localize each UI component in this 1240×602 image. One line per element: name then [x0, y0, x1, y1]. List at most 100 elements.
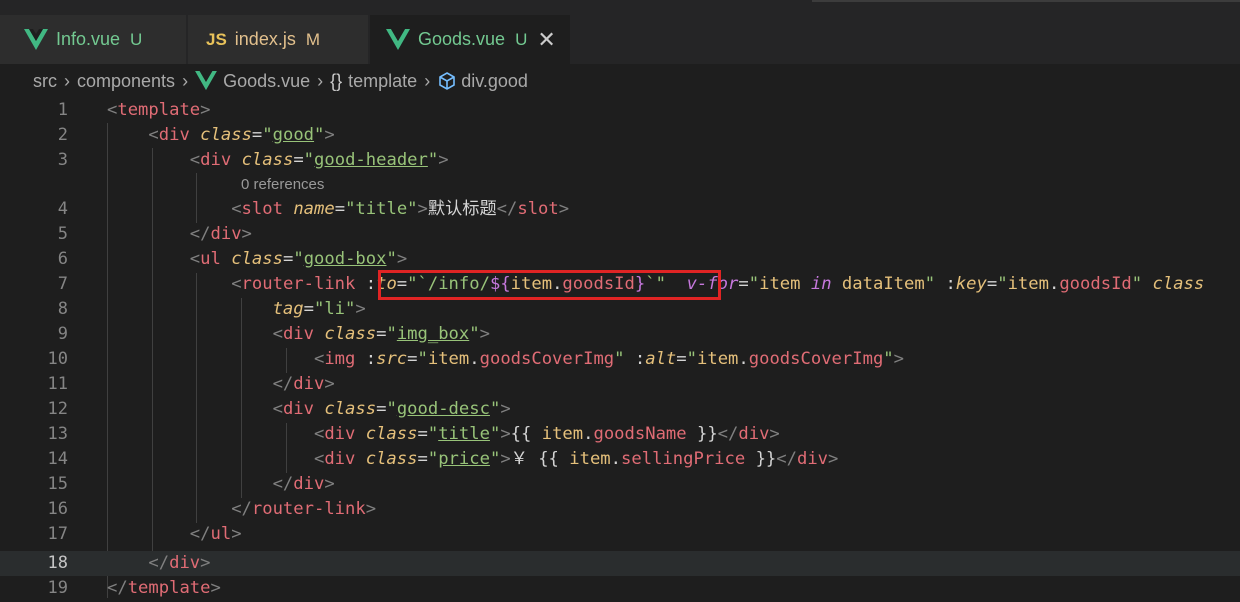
code-line[interactable]: 13 <div class="title">{{ item.goodsName … [0, 422, 1240, 447]
line-number: 9 [57, 324, 68, 344]
code-token: slot [517, 199, 559, 219]
code-line[interactable]: 2 <div class="good"> [0, 123, 1240, 148]
tab-bar: Info.vue U JS index.js M Goods.vue U ✕ [0, 0, 1240, 64]
code-line[interactable]: 14 <div class="price">￥ {{ item.sellingP… [0, 447, 1240, 472]
code-token: > [828, 449, 839, 469]
code-line[interactable]: 4 <slot name="title">默认标题</slot> [0, 197, 1240, 222]
code-line[interactable]: 5 </div> [0, 222, 1240, 247]
top-divider [812, 0, 1240, 2]
code-line[interactable]: 19 </template> [0, 576, 1240, 601]
code-token: = [986, 274, 998, 294]
code-token: " [997, 274, 1008, 294]
tab-goods-vue[interactable]: Goods.vue U ✕ [370, 15, 570, 64]
breadcrumb-item-element[interactable]: div.good [461, 71, 528, 92]
code-line[interactable]: 15 </div> [0, 472, 1240, 497]
code-token: < [272, 399, 283, 419]
code-token: class [1152, 274, 1205, 294]
code-token: = [376, 399, 387, 419]
code-text: </div> [107, 222, 252, 247]
code-token: = [738, 274, 749, 294]
breadcrumb-item-components[interactable]: components [77, 71, 175, 92]
code-token: = [282, 249, 294, 269]
code-line[interactable]: 8 tag="li"> [0, 297, 1240, 322]
code-token: > [241, 224, 252, 244]
code-token: template [127, 578, 211, 598]
line-number: 2 [57, 125, 68, 145]
code-token: > [500, 449, 511, 469]
code-token: " [427, 449, 439, 469]
code-token: > [500, 399, 511, 419]
code-token: class [324, 399, 377, 419]
line-number: 11 [47, 374, 68, 394]
code-line[interactable]: 16 </router-link> [0, 497, 1240, 522]
tab-index-js[interactable]: JS index.js M [188, 15, 368, 64]
line-number: 12 [47, 399, 68, 419]
code-token: > [355, 299, 366, 319]
tab-label: index.js [234, 29, 296, 49]
breadcrumb-item-file[interactable]: Goods.vue [223, 71, 310, 92]
code-token: : [365, 274, 377, 294]
code-token: "li" [313, 299, 356, 319]
code-text: </template> [107, 576, 221, 601]
code-token: < [189, 150, 201, 170]
code-token: class [365, 424, 418, 444]
code-token: img [324, 349, 356, 369]
code-line[interactable]: 17 </ul> [0, 522, 1240, 547]
code-token: " [924, 274, 936, 294]
code-token: class [231, 249, 283, 269]
code-line[interactable]: 3 <div class="good-header"> [0, 148, 1240, 173]
code-text: </div> [107, 472, 335, 497]
code-line[interactable]: 10 <img :src="item.goodsCoverImg" :alt="… [0, 347, 1240, 372]
code-token: < [231, 199, 242, 219]
code-line[interactable]: 11 </div> [0, 372, 1240, 397]
tab-info-vue[interactable]: Info.vue U [0, 15, 186, 64]
code-token: < [189, 249, 201, 269]
close-icon[interactable]: ✕ [537, 28, 555, 51]
code-token: = [334, 199, 346, 219]
code-token: item [569, 449, 611, 469]
code-token: img_box [396, 324, 470, 344]
code-token: > [479, 324, 490, 344]
code-token: " [489, 399, 501, 419]
code-token: router-link [241, 274, 356, 294]
git-status-badge: U [515, 29, 528, 49]
breadcrumb-item-src[interactable]: src [33, 71, 57, 92]
code-token: ul [200, 249, 221, 269]
code-token: div [293, 474, 325, 494]
code-token: item [759, 274, 801, 294]
code-token: good-box [303, 249, 387, 269]
js-icon: JS [206, 29, 227, 49]
code-token: price [438, 449, 490, 469]
code-text: tag="li"> [107, 297, 366, 322]
code-line[interactable]: 12 <div class="good-desc"> [0, 397, 1240, 422]
code-line[interactable]: 1 <template> [0, 98, 1240, 123]
code-editor[interactable]: 0 references 1 <template> 2 <div class="go… [0, 98, 1240, 602]
code-line[interactable]: 9 <div class="img_box"> [0, 322, 1240, 347]
codelens-references[interactable]: 0 references [241, 172, 324, 197]
code-token: < [107, 100, 118, 120]
code-token: > [417, 199, 428, 219]
code-token: = [376, 324, 387, 344]
code-text: <img :src="item.goodsCoverImg" :alt="ite… [107, 347, 904, 372]
code-token: > [210, 578, 221, 598]
code-token: div [210, 224, 242, 244]
breadcrumb-item-template[interactable]: template [348, 71, 417, 92]
code-token: > [438, 150, 449, 170]
line-number: 15 [47, 474, 68, 494]
code-token: . [583, 424, 594, 444]
code-token: " [386, 399, 397, 419]
code-line[interactable]: 6 <ul class="good-box"> [0, 247, 1240, 272]
code-token: item [1007, 274, 1049, 294]
code-line[interactable]: 18 </div> [0, 551, 1240, 576]
code-token: = [251, 125, 263, 145]
code-token: goodsId [1059, 274, 1132, 294]
